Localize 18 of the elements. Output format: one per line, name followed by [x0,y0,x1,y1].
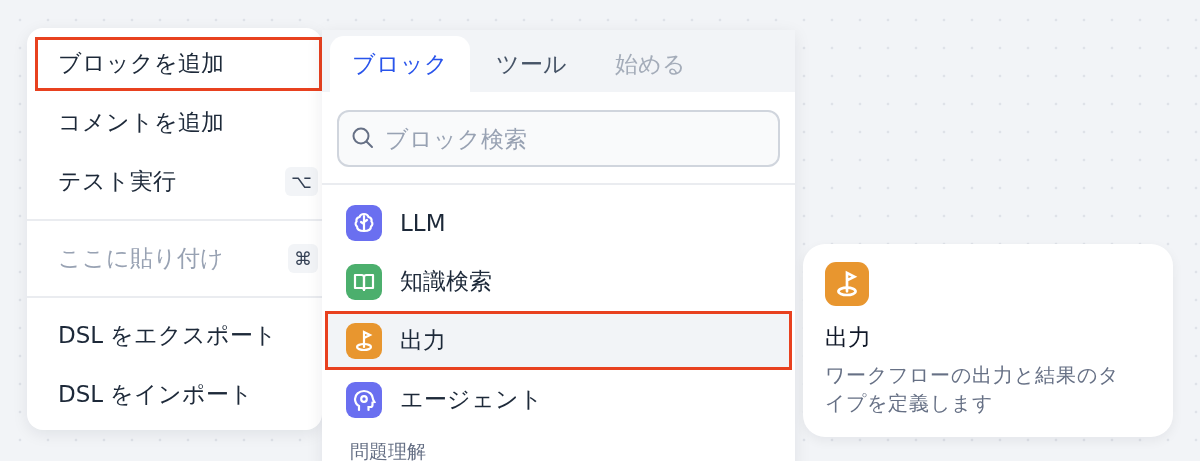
tab[interactable]: ブロック [330,36,470,92]
tab[interactable]: ツール [474,36,589,92]
menu-item[interactable]: DSL をインポート [35,367,322,422]
block-item[interactable]: 出力 [325,311,792,370]
search-icon [351,126,375,150]
block-item[interactable]: LLM [325,193,792,252]
menu-item[interactable]: コメントを追加 [35,95,322,150]
menu-item[interactable]: テスト実行 [35,154,286,209]
menu-item[interactable]: DSL をエクスポート [35,308,322,363]
search-field[interactable]: ブロック検索 [337,110,780,167]
tooltip-description: ワークフローの出力と結果のタイプを定義します [825,362,1120,417]
menu-item[interactable]: ブロックを追加 [35,36,322,91]
shortcut-key: ⌘ [288,244,318,273]
tooltip-title: 出力 [825,323,872,352]
shortcut-key: ⌥ [285,167,318,196]
block-item[interactable]: エージェント [325,370,792,429]
block-item[interactable]: 知識検索 [325,252,792,311]
section-label: 問題理解 [349,439,427,461]
